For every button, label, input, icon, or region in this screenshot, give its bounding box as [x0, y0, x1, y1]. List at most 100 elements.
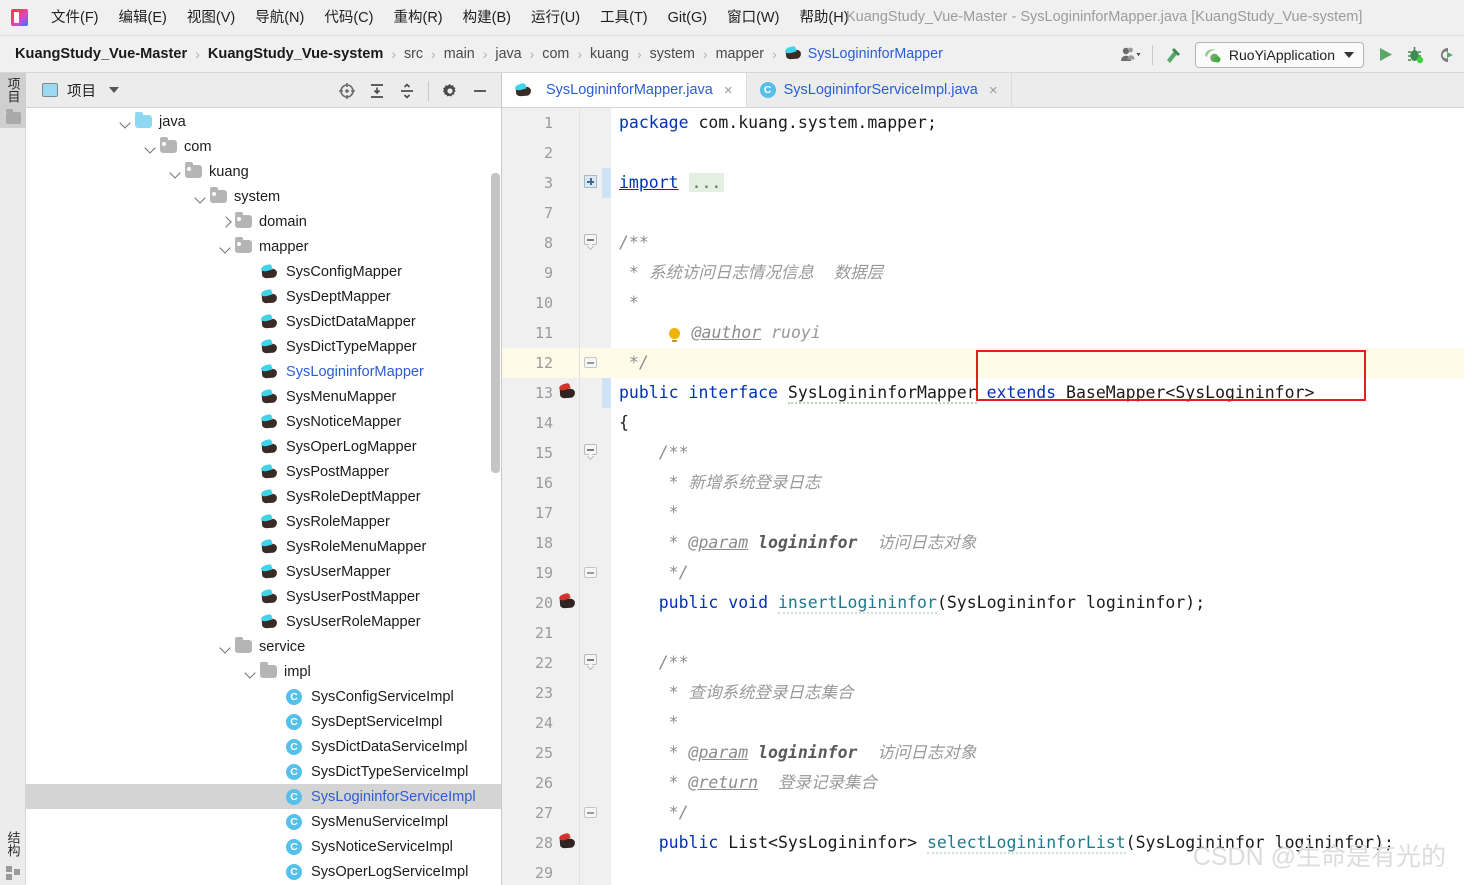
tree-node-sysdicttypemapper[interactable]: SysDictTypeMapper [26, 334, 501, 359]
code-line-23[interactable]: * 查询系统登录日志集合 [611, 678, 1464, 708]
tree-node-sysdeptserviceimpl[interactable]: SysDeptServiceImpl [26, 709, 501, 734]
chevron-down-icon[interactable] [118, 114, 134, 130]
code-line-14[interactable]: { [611, 408, 1464, 438]
code-line-22[interactable]: /** [611, 648, 1464, 678]
chevron-down-icon[interactable] [193, 189, 209, 205]
collapse-fold-icon[interactable] [584, 444, 597, 461]
code-line-15[interactable]: /** [611, 438, 1464, 468]
code-line-17[interactable]: * [611, 498, 1464, 528]
code-editor[interactable]: 1 2 3 7 8 9 10 11 12 13 14 15 16 17 18 19 20 21 22 23 24 25 26… [502, 108, 1464, 885]
collapse-fold-icon[interactable] [584, 654, 597, 671]
close-icon[interactable]: × [986, 82, 1001, 99]
chevron-down-icon[interactable] [1344, 51, 1354, 58]
tree-node-sysoperlogmapper[interactable]: SysOperLogMapper [26, 434, 501, 459]
tree-node-sysusermapper[interactable]: SysUserMapper [26, 559, 501, 584]
fold-marker-line-12[interactable] [580, 348, 602, 378]
hide-panel-icon[interactable] [465, 77, 495, 105]
breadcrumb-item-kuangstudy-vue-system[interactable]: KuangStudy_Vue-system [208, 46, 383, 62]
menu-window[interactable]: 窗口(W) [717, 6, 789, 30]
menu-build[interactable]: 构建(B) [453, 6, 521, 30]
debug-bug-icon[interactable] [1400, 41, 1430, 69]
project-tree-scrollbar[interactable] [491, 173, 500, 473]
gutter-line-14[interactable]: 14 [502, 408, 579, 438]
tree-node-sysuserrolemapper[interactable]: SysUserRoleMapper [26, 609, 501, 634]
mybatis-gutter-icon[interactable] [557, 382, 579, 402]
editor-tab-syslogininforserviceimpl[interactable]: C SysLogininforServiceImpl.java × [747, 73, 1012, 107]
tree-node-sysnoticeserviceimpl[interactable]: SysNoticeServiceImpl [26, 834, 501, 859]
collapse-fold-end-icon[interactable] [584, 807, 597, 820]
chevron-down-icon[interactable] [143, 139, 159, 155]
chevron-right-icon[interactable] [218, 214, 234, 230]
tree-node-sysuserpostmapper[interactable]: SysUserPostMapper [26, 584, 501, 609]
gutter-line-7[interactable]: 7 [502, 198, 579, 228]
gutter-line-26[interactable]: 26 [502, 768, 579, 798]
menu-tools[interactable]: 工具(T) [590, 6, 658, 30]
fold-marker-line-15[interactable] [580, 438, 602, 468]
code-line-3[interactable]: import ... [611, 168, 1464, 198]
gutter-line-3[interactable]: 3 [502, 168, 579, 198]
project-tree[interactable]: java com kuang system domain mapper SysConfigM… [26, 108, 501, 885]
tree-node-system[interactable]: system [26, 184, 501, 209]
tree-node-com[interactable]: com [26, 134, 501, 159]
mybatis-gutter-icon[interactable] [557, 592, 579, 612]
code-line-12[interactable]: */ [611, 348, 1464, 378]
tree-node-syslogininforserviceimpl[interactable]: SysLogininforServiceImpl [26, 784, 501, 809]
tree-node-service[interactable]: service [26, 634, 501, 659]
fold-marker-line-22[interactable] [580, 648, 602, 678]
breadcrumb-item-kuangstudy-vue-master[interactable]: KuangStudy_Vue-Master [15, 46, 187, 62]
code-line-7[interactable] [611, 198, 1464, 228]
gutter-line-1[interactable]: 1 [502, 108, 579, 138]
tree-node-sysconfigmapper[interactable]: SysConfigMapper [26, 259, 501, 284]
fold-marker-line-27[interactable] [580, 798, 602, 828]
breadcrumb-item-syslogininformapper[interactable]: SysLogininforMapper [784, 45, 943, 62]
breadcrumb-item-system[interactable]: system [650, 46, 695, 62]
gutter-line-16[interactable]: 16 [502, 468, 579, 498]
code-line-20[interactable]: public void insertLogininfor(SysLogininf… [611, 588, 1464, 618]
menu-git[interactable]: Git(G) [658, 6, 717, 30]
gutter-line-19[interactable]: 19 [502, 558, 579, 588]
breadcrumb-item-src[interactable]: src [404, 46, 423, 62]
tree-node-syslogininformapper[interactable]: SysLogininforMapper [26, 359, 501, 384]
collapse-all-icon[interactable] [392, 77, 422, 105]
gutter-line-10[interactable]: 10 [502, 288, 579, 318]
tree-node-sysrolemapper[interactable]: SysRoleMapper [26, 509, 501, 534]
code-line-16[interactable]: * 新增系统登录日志 [611, 468, 1464, 498]
code-line-9[interactable]: * 系统访问日志情况信息 数据层 [611, 258, 1464, 288]
tool-window-button-structure[interactable]: 结构 [0, 827, 26, 885]
run-play-icon[interactable] [1370, 41, 1400, 69]
tree-node-sysnoticemapper[interactable]: SysNoticeMapper [26, 409, 501, 434]
gutter-line-27[interactable]: 27 [502, 798, 579, 828]
gutter-line-9[interactable]: 9 [502, 258, 579, 288]
editor-tab-syslogininformapper[interactable]: SysLogininforMapper.java × [502, 73, 747, 107]
chevron-down-icon[interactable] [218, 239, 234, 255]
hammer-icon[interactable] [1159, 41, 1189, 69]
tree-node-sysrolemenumapper[interactable]: SysRoleMenuMapper [26, 534, 501, 559]
code-line-27[interactable]: */ [611, 798, 1464, 828]
gutter-line-17[interactable]: 17 [502, 498, 579, 528]
gutter-line-11[interactable]: 11 [502, 318, 579, 348]
menu-refactor[interactable]: 重构(R) [383, 6, 452, 30]
menu-file[interactable]: 文件(F) [41, 6, 109, 30]
gutter-line-24[interactable]: 24 [502, 708, 579, 738]
tree-node-syspostmapper[interactable]: SysPostMapper [26, 459, 501, 484]
code-line-24[interactable]: * [611, 708, 1464, 738]
collapse-fold-end-icon[interactable] [584, 357, 597, 370]
tree-node-sysroledeptmapper[interactable]: SysRoleDeptMapper [26, 484, 501, 509]
code-folding-column[interactable] [580, 108, 602, 885]
gutter-line-23[interactable]: 23 [502, 678, 579, 708]
tree-node-sysdictdataserviceimpl[interactable]: SysDictDataServiceImpl [26, 734, 501, 759]
editor-gutter[interactable]: 1 2 3 7 8 9 10 11 12 13 14 15 16 17 18 19 20 21 22 23 24 25 26… [502, 108, 580, 885]
breadcrumb-item-java[interactable]: java [495, 46, 521, 62]
gutter-line-15[interactable]: 15 [502, 438, 579, 468]
tree-node-kuang[interactable]: kuang [26, 159, 501, 184]
lightbulb-icon[interactable] [668, 328, 680, 342]
breadcrumb-item-com[interactable]: com [542, 46, 569, 62]
tool-window-button-project[interactable]: 项目 [0, 73, 26, 128]
run-configuration-selector[interactable]: RuoYiApplication [1194, 41, 1364, 68]
expand-all-icon[interactable] [362, 77, 392, 105]
gutter-line-2[interactable]: 2 [502, 138, 579, 168]
code-line-8[interactable]: /** [611, 228, 1464, 258]
chevron-down-icon[interactable] [243, 664, 259, 680]
gutter-line-20[interactable]: 20 [502, 588, 579, 618]
breadcrumb-item-main[interactable]: main [444, 46, 475, 62]
